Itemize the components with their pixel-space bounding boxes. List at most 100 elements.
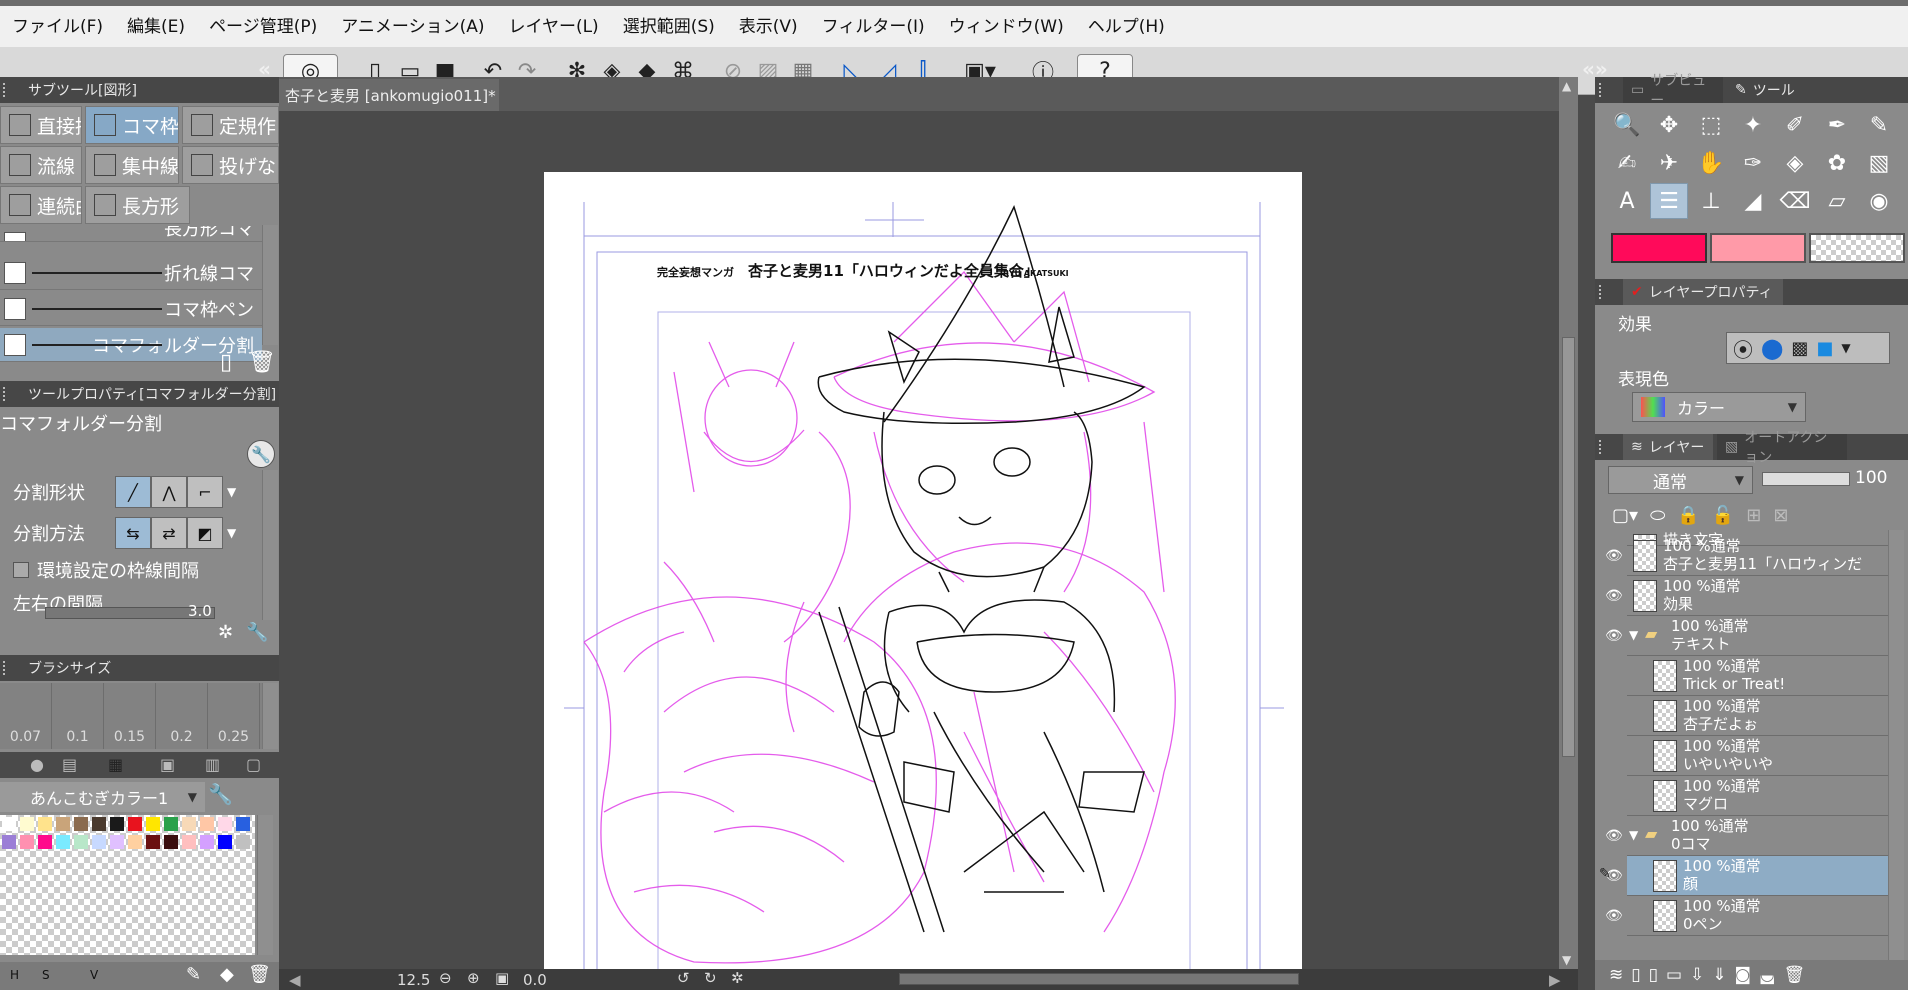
transfer-down-icon[interactable]: ⇩	[1690, 965, 1704, 985]
chevron-down-icon[interactable]: ▼	[227, 526, 236, 540]
brush-size-item[interactable]: 0.15	[104, 683, 156, 749]
tool-property-scrollbar[interactable]	[262, 470, 278, 620]
color-swatch[interactable]	[38, 817, 52, 831]
subtool-group-5[interactable]: 投げな	[182, 146, 279, 184]
chevron-down-icon[interactable]: ▼	[227, 485, 236, 499]
color-swatch[interactable]	[2, 835, 16, 849]
layer-row[interactable]: 👁 100 %通常 杏子と麦男11「ハロウィンだ	[1605, 536, 1892, 576]
color-set-dropdown[interactable]: あんこむぎカラー1 ▼	[0, 782, 205, 812]
balloon-icon[interactable]: ◉	[1860, 183, 1898, 219]
tab-auto-action[interactable]: ▧ オートアクション	[1717, 430, 1847, 466]
color-swatch[interactable]	[74, 817, 88, 831]
color-swatch[interactable]	[236, 835, 250, 849]
mask-icon[interactable]: ◙	[1735, 965, 1752, 985]
color-swatch[interactable]	[164, 835, 178, 849]
reset-icon[interactable]: ✲	[218, 622, 233, 643]
hand-icon[interactable]: ✋	[1692, 145, 1730, 181]
color-swatch[interactable]	[110, 817, 124, 831]
new-vector-layer-icon[interactable]: ▯	[1649, 965, 1658, 985]
draft-layer-icon[interactable]: ⊠	[1773, 505, 1788, 526]
correct-line-icon[interactable]: ◢	[1734, 183, 1772, 219]
mixing-color-tab-icon[interactable]: ▢	[246, 755, 261, 774]
eye-icon[interactable]: 👁	[1605, 588, 1623, 604]
layer-row[interactable]: 👁 ▼ ▰ 100 %通常 テキスト	[1605, 616, 1892, 656]
border-effect-icon[interactable]: ⦿	[1733, 334, 1753, 363]
zoom-out-icon[interactable]: ⊖	[439, 969, 452, 987]
tab-layer-property[interactable]: ✔ レイヤープロパティ	[1623, 279, 1783, 305]
subtool-brush-item[interactable]: 長方形コマ	[0, 226, 262, 242]
brush-size-scrollbar[interactable]	[262, 683, 278, 749]
reference-layer-icon[interactable]: ⊞	[1746, 505, 1761, 526]
layer-row[interactable]: 100 %通常 杏子だよぉ	[1627, 696, 1892, 736]
canvas-vertical-scrollbar[interactable]: ▲ ▼	[1559, 77, 1578, 969]
layer-color-icon[interactable]: ■	[1816, 338, 1833, 359]
selection-icon[interactable]: ⬚	[1692, 107, 1730, 143]
subtool-group-2[interactable]: 定規作	[182, 106, 279, 144]
main-color-box[interactable]	[1611, 233, 1707, 263]
color-set-tab-icon[interactable]: ▦	[108, 755, 123, 774]
shape-icon[interactable]: ▱	[1818, 183, 1856, 219]
menu-item-5[interactable]: 選択範囲(S)	[611, 15, 727, 39]
subtool-group-6[interactable]: 連続曲	[0, 186, 82, 224]
split-shape-polyline-icon[interactable]: ⋀	[151, 476, 187, 508]
approximate-color-tab-icon[interactable]: ▣	[160, 755, 175, 774]
color-swatch[interactable]	[2, 817, 16, 831]
color-swatch[interactable]	[146, 835, 160, 849]
tab-layer[interactable]: ≋ レイヤー	[1623, 434, 1713, 460]
decoration-icon[interactable]: ✿	[1818, 145, 1856, 181]
wrench-icon[interactable]: 🔧	[247, 440, 275, 468]
vertical-scroll-thumb[interactable]	[1562, 337, 1575, 757]
new-subtool-icon[interactable]: ▯	[220, 350, 232, 375]
split-shape-straight-icon[interactable]: ╱	[115, 476, 151, 508]
subtool-group-0[interactable]: 直接描	[0, 106, 82, 144]
subtool-group-3[interactable]: 流線	[0, 146, 82, 184]
s-icon[interactable]: S	[42, 968, 50, 982]
tab-subview[interactable]: ▭ サブビュー	[1623, 73, 1723, 109]
color-swatch[interactable]	[20, 817, 34, 831]
merge-down-icon[interactable]: ⇓	[1712, 965, 1726, 985]
text-icon[interactable]: A	[1608, 183, 1646, 219]
grip-icon[interactable]	[1599, 440, 1609, 454]
color-swatch[interactable]	[56, 835, 70, 849]
menu-item-4[interactable]: レイヤー(L)	[496, 15, 610, 39]
color-swatch[interactable]	[146, 817, 160, 831]
color-swatch[interactable]	[128, 817, 142, 831]
scroll-up-icon[interactable]: ▲	[1562, 79, 1571, 93]
eyedropper-icon[interactable]: ✐	[1776, 107, 1814, 143]
color-swatch[interactable]	[236, 817, 250, 831]
subtool-group-7[interactable]: 長方形	[85, 186, 190, 224]
layer-scrollbar[interactable]	[1888, 530, 1904, 960]
scroll-right-icon[interactable]: ▶	[1549, 971, 1561, 989]
color-swatch[interactable]	[182, 817, 196, 831]
layer-row[interactable]: 👁 ▼ ▰ 100 %通常 0コマ	[1605, 816, 1892, 856]
subtool-brush-item[interactable]: 折れ線コマ	[0, 256, 262, 290]
layer-stack-icon[interactable]: ≋	[1609, 965, 1623, 985]
layer-row[interactable]: 100 %通常 マグロ	[1627, 776, 1892, 816]
color-swatch[interactable]	[200, 817, 214, 831]
menu-item-0[interactable]: ファイル(F)	[0, 15, 115, 39]
color-swatch[interactable]	[20, 835, 34, 849]
pencil-icon[interactable]: ✎	[1860, 107, 1898, 143]
fill-icon[interactable]: ◈	[1776, 145, 1814, 181]
grip-icon[interactable]	[3, 661, 13, 675]
blend-mode-dropdown[interactable]: 通常 ▼	[1608, 466, 1753, 494]
color-swatch[interactable]	[218, 835, 232, 849]
document-tab[interactable]: 杏子と麦男 [ankomugio011]* ●	[279, 79, 499, 111]
menu-item-7[interactable]: フィルター(I)	[810, 15, 937, 39]
new-raster-layer-icon[interactable]: ▯	[1631, 965, 1640, 985]
color-wheel-tab-icon[interactable]: ●	[30, 755, 44, 774]
delete-subtool-icon[interactable]: 🗑	[248, 350, 276, 375]
manga-page[interactable]: 完全妄想マンガ 杏子と麦男11「ハロウィンだよ全員集合」 RYU AKATSUK…	[544, 172, 1302, 969]
color-swatch[interactable]	[164, 817, 178, 831]
color-swatch[interactable]	[56, 817, 70, 831]
h-icon[interactable]: H	[10, 968, 19, 982]
color-swatch[interactable]	[182, 835, 196, 849]
menu-item-2[interactable]: ページ管理(P)	[197, 15, 329, 39]
subtool-scrollbar[interactable]	[262, 225, 278, 345]
fit-icon[interactable]: ▣	[495, 969, 509, 987]
menu-item-1[interactable]: 編集(E)	[115, 15, 197, 39]
canvas-area[interactable]: 完全妄想マンガ 杏子と麦男11「ハロウィンだよ全員集合」 RYU AKATSUK…	[279, 111, 1559, 969]
color-swatch[interactable]	[110, 835, 124, 849]
brush-icon[interactable]: ✍	[1608, 145, 1646, 181]
folder-toggle-icon[interactable]: ▼	[1629, 828, 1638, 842]
